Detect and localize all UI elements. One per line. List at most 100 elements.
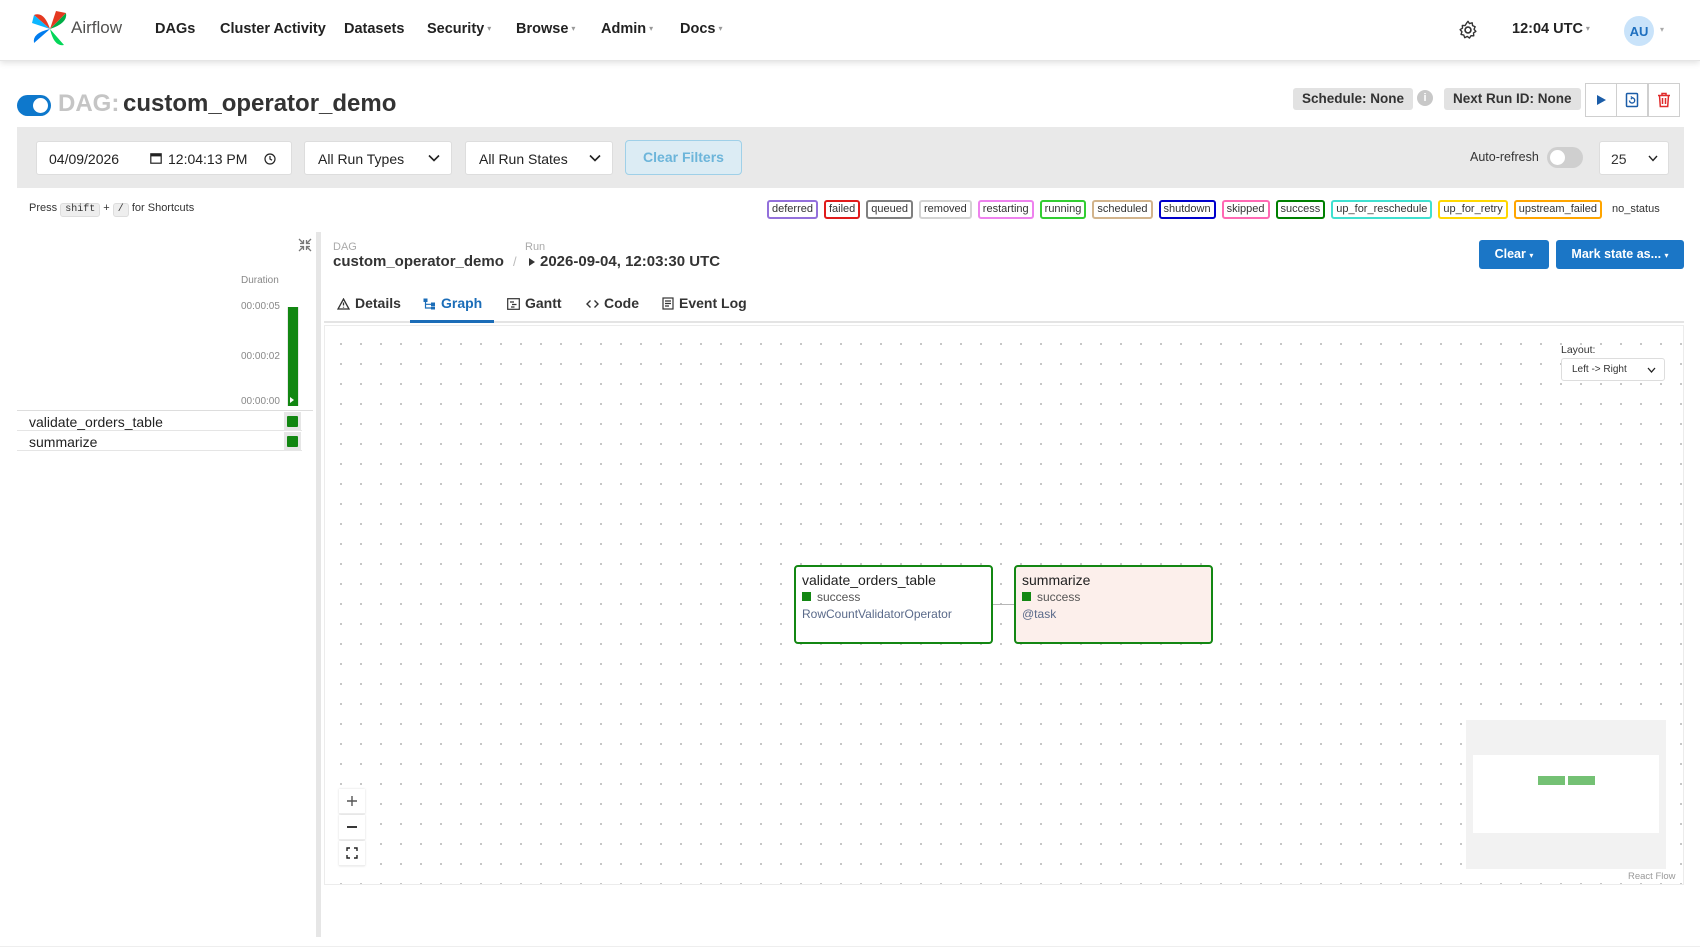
clear-button-label: Clear [1494, 247, 1526, 261]
run-type-select[interactable]: All Run Types [304, 141, 452, 175]
clock-icon[interactable] [264, 153, 276, 165]
chevron-down-icon: ▾ [1585, 24, 1590, 33]
legend-tag-shutdown[interactable]: shutdown [1158, 200, 1216, 219]
node-state: success [802, 590, 860, 604]
utc-clock[interactable]: 12:04 UTC ▾ [1512, 21, 1590, 37]
nav-cluster-activity[interactable]: Cluster Activity [220, 21, 326, 37]
clear-button[interactable]: Clear ▾ [1479, 240, 1549, 269]
node-operator: RowCountValidatorOperator [802, 607, 952, 621]
nav-browse[interactable]: Browse ▾ [516, 21, 575, 37]
chevron-down-icon: ▾ [487, 24, 492, 33]
airflow-logo-icon[interactable] [30, 9, 70, 49]
page-bottom-border [0, 946, 1700, 947]
duration-tick: 00:00:00 [241, 396, 280, 407]
date-value: 04/09/2026 [49, 151, 120, 167]
run-play-marker-icon [290, 397, 294, 403]
code-icon [586, 300, 599, 308]
task-instance-cell-success[interactable] [287, 416, 298, 427]
mark-state-button[interactable]: Mark state as... ▾ [1556, 240, 1684, 269]
legend-tag-up-for-retry[interactable]: up_for_retry [1438, 200, 1508, 219]
graph-icon [423, 298, 435, 310]
fit-view-button[interactable] [339, 841, 365, 866]
zoom-in-button[interactable] [339, 789, 365, 814]
dag-title[interactable]: custom_operator_demo [123, 90, 396, 118]
chevron-down-icon [1648, 155, 1658, 162]
legend-tag-skipped[interactable]: skipped [1221, 200, 1270, 219]
graph-node-summarize[interactable]: summarize success @task [1014, 565, 1213, 644]
tab-event-log[interactable]: Event Log [662, 295, 747, 311]
clear-filters-button[interactable]: Clear Filters [625, 140, 742, 175]
dag-prefix-label: DAG: [58, 90, 120, 117]
trigger-dag-button[interactable] [1585, 83, 1617, 117]
graph-minimap[interactable] [1466, 720, 1666, 869]
nav-admin[interactable]: Admin ▾ [601, 21, 653, 37]
graph-node-validate-orders-table[interactable]: validate_orders_table success RowCountVa… [794, 565, 993, 644]
task-row-summarize[interactable]: summarize [17, 432, 302, 451]
run-state-select[interactable]: All Run States [465, 141, 613, 175]
legend-tag-success[interactable]: success [1275, 200, 1326, 219]
mark-state-label: Mark state as... [1571, 247, 1662, 261]
legend-tag-deferred[interactable]: deferred [767, 200, 818, 219]
run-play-icon [529, 258, 535, 266]
minimap-node [1568, 776, 1595, 785]
tab-details[interactable]: Details [336, 295, 401, 311]
task-row-validate-orders-table[interactable]: validate_orders_table [17, 412, 302, 431]
legend-tag-failed[interactable]: failed [823, 200, 861, 219]
task-name[interactable]: summarize [29, 434, 97, 450]
breadcrumb-run[interactable]: 2026-09-04, 12:03:30 UTC [540, 253, 720, 270]
tab-gantt[interactable]: Gantt [507, 295, 562, 311]
user-avatar[interactable]: AU [1624, 16, 1654, 46]
legend-tag-removed[interactable]: removed [919, 200, 972, 219]
nav-dags[interactable]: DAGs [155, 21, 195, 37]
page-size-select[interactable]: 25 [1599, 141, 1669, 175]
tab-graph[interactable]: Graph [423, 295, 482, 311]
gear-icon[interactable] [1457, 19, 1479, 41]
collapse-grid-icon[interactable] [297, 237, 313, 253]
nav-datasets[interactable]: Datasets [344, 21, 404, 37]
react-flow-attribution[interactable]: React Flow [1628, 871, 1676, 882]
shortcut-suffix-text: for Shortcuts [131, 202, 195, 214]
reparse-dag-button[interactable] [1616, 83, 1648, 117]
legend-tag-upstream-failed[interactable]: upstream_failed [1513, 200, 1602, 219]
run-duration-bar[interactable] [288, 307, 298, 406]
nav-security[interactable]: Security ▾ [427, 21, 491, 37]
next-run-badge: Next Run ID: None [1444, 88, 1581, 110]
auto-refresh-toggle[interactable] [1547, 147, 1583, 168]
graph-edge [993, 604, 1014, 605]
chevron-down-icon [589, 154, 601, 162]
legend-tag-restarting[interactable]: restarting [977, 200, 1034, 219]
detail-tabs: Details Graph Gantt Code Event Log [324, 285, 1684, 323]
reload-file-icon [1625, 92, 1639, 108]
legend-tag-scheduled[interactable]: scheduled [1092, 200, 1153, 219]
brand-name[interactable]: Airflow [71, 18, 122, 38]
nav-docs[interactable]: Docs ▾ [680, 21, 722, 37]
breadcrumb-dag[interactable]: custom_operator_demo [333, 253, 504, 270]
calendar-icon[interactable] [150, 152, 162, 164]
task-name[interactable]: validate_orders_table [29, 414, 163, 430]
chevron-down-icon: ▾ [718, 24, 723, 33]
chevron-down-icon[interactable]: ▾ [1660, 25, 1664, 34]
legend-tag-running[interactable]: running [1039, 200, 1087, 219]
tab-code[interactable]: Code [586, 295, 639, 311]
legend-tag-no-status[interactable]: no_status [1608, 200, 1660, 220]
delete-dag-button[interactable] [1648, 83, 1680, 117]
chevron-down-icon: ▾ [571, 24, 576, 33]
kbd-shift: shift [60, 203, 101, 217]
zoom-out-button[interactable] [339, 815, 365, 840]
dag-pause-toggle[interactable] [17, 95, 51, 116]
state-square-icon [802, 592, 811, 601]
layout-value: Left -> Right [1572, 364, 1627, 375]
base-date-input[interactable]: 04/09/2026 12:04:13 PM [36, 141, 292, 175]
schedule-badge: Schedule: None [1293, 88, 1414, 110]
legend-tag-up-for-reschedule[interactable]: up_for_reschedule [1331, 200, 1433, 219]
shortcut-plus: + [103, 202, 110, 214]
event-log-icon [662, 297, 674, 310]
panel-resize-handle[interactable] [316, 232, 321, 937]
top-navbar: Airflow DAGs Cluster Activity Datasets S… [0, 0, 1700, 61]
auto-refresh-label: Auto-refresh [1470, 150, 1539, 164]
info-icon[interactable]: i [1417, 90, 1433, 106]
node-title: summarize [1022, 572, 1091, 588]
task-instance-cell-success[interactable] [287, 436, 298, 447]
legend-tag-queued[interactable]: queued [866, 200, 913, 219]
layout-direction-select[interactable]: Left -> Right [1561, 358, 1665, 381]
